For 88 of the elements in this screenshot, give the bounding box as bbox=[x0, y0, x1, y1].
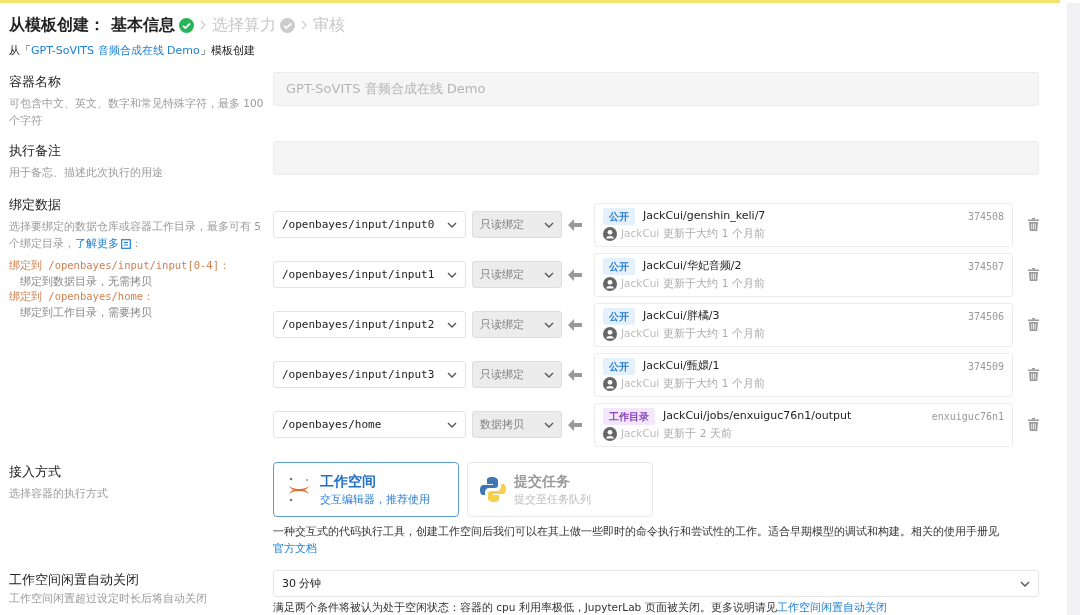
mode-description: 一种交互式的代码执行工具，创建工作空间后我们可以在其上做一些即时的命令执行和尝试性的工作。适合早期模型的调试和构建。相关的使用手册见 官方文档 bbox=[273, 523, 1000, 556]
field-label: 工作空间闲置自动关闭 bbox=[9, 571, 140, 590]
field-hint: 选择容器的执行方式 bbox=[9, 486, 109, 502]
dataset-id: enxuiguc76n1 bbox=[931, 409, 1004, 424]
external-link-icon bbox=[121, 239, 131, 250]
owner-name: JackCui bbox=[621, 325, 660, 341]
avatar-icon bbox=[603, 376, 617, 391]
dataset-id: 374508 bbox=[967, 209, 1004, 224]
arrow-left-icon bbox=[568, 418, 582, 431]
dataset-name[interactable]: JackCui/genshin_keli/7 bbox=[643, 208, 766, 225]
dataset-name[interactable]: JackCui/jobs/enxuiguc76n1/output bbox=[663, 408, 852, 425]
chevron-down-icon bbox=[544, 321, 554, 328]
arrow-left-icon bbox=[568, 318, 582, 331]
template-link[interactable]: GPT-SoVITS 音频合成在线 Demo bbox=[31, 44, 200, 57]
page-title: 从模板创建： bbox=[9, 14, 105, 36]
dataset-id: 374507 bbox=[967, 259, 1004, 274]
trash-icon[interactable] bbox=[1028, 368, 1039, 382]
dataset-name[interactable]: JackCui/甄嬛/1 bbox=[643, 358, 720, 375]
orbit-logo-icon bbox=[286, 475, 312, 503]
learn-more-link[interactable]: 了解更多 bbox=[75, 237, 131, 250]
tag: 公开 bbox=[603, 207, 635, 225]
path-select[interactable]: /openbayes/input/input1 bbox=[273, 261, 466, 289]
docs-link[interactable]: 官方文档 bbox=[273, 541, 317, 554]
field-hint: 选择要绑定的数据仓库或容器工作目录，最多可有 5 个绑定目录，了解更多 ： bbox=[9, 219, 263, 252]
chevron-down-icon bbox=[544, 221, 554, 228]
chevron-down-icon bbox=[544, 421, 554, 428]
update-time: 更新于大约 1 个月前 bbox=[663, 375, 765, 391]
check-circle-icon bbox=[179, 17, 194, 33]
avatar-icon bbox=[603, 326, 617, 341]
idle-docs-link[interactable]: 工作空间闲置自动关闭 bbox=[776, 601, 887, 614]
rule-desc: 绑定到工作目录，需要拷贝 bbox=[19, 305, 153, 321]
trash-icon[interactable] bbox=[1028, 318, 1039, 332]
arrow-left-icon bbox=[568, 268, 582, 281]
avatar-icon bbox=[603, 226, 617, 241]
update-time: 更新于大约 1 个月前 bbox=[663, 225, 765, 241]
trash-icon[interactable] bbox=[1028, 418, 1039, 432]
dataset-id: 374509 bbox=[967, 359, 1004, 374]
chevron-down-icon bbox=[447, 221, 457, 228]
check-circle-icon bbox=[280, 17, 295, 33]
path-select[interactable]: /openbayes/input/input0 bbox=[273, 211, 466, 239]
mode-option[interactable]: 工作空间 交互编辑器，推荐使用 bbox=[273, 461, 459, 517]
update-time: 更新于 2 天前 bbox=[663, 425, 732, 441]
snake-logo-icon bbox=[480, 475, 506, 503]
chevron-right-icon bbox=[301, 20, 307, 30]
field-hint: 用于备忘、描述此次执行的用途 bbox=[9, 165, 164, 181]
trash-icon[interactable] bbox=[1028, 218, 1039, 232]
chevron-down-icon bbox=[447, 321, 457, 328]
rule-desc: 绑定到数据目录，无需拷贝 bbox=[19, 273, 153, 289]
field-label: 容器名称 bbox=[9, 72, 62, 91]
owner-name: JackCui bbox=[621, 225, 660, 241]
owner-name: JackCui bbox=[621, 275, 660, 291]
idle-note: 满足两个条件将被认为处于空闲状态：容器的 cpu 利用率极低，JupyterLab 页面被关闭。更多说明请见工作空间闲置自动关闭 bbox=[273, 600, 888, 615]
dataset-name[interactable]: JackCui/胖橘/3 bbox=[643, 308, 720, 325]
tag: 公开 bbox=[603, 357, 635, 375]
chevron-down-icon bbox=[447, 421, 457, 428]
avatar-icon bbox=[603, 276, 617, 291]
field-hint: 工作空间闲置超过设定时长后将自动关闭 bbox=[9, 591, 208, 606]
path-select[interactable]: /openbayes/input/input3 bbox=[273, 361, 466, 389]
owner-name: JackCui bbox=[621, 425, 660, 441]
path-select[interactable]: /openbayes/home bbox=[273, 411, 466, 439]
path-select[interactable]: /openbayes/input/input2 bbox=[273, 311, 466, 339]
arrow-left-icon bbox=[568, 368, 582, 381]
chevron-down-icon bbox=[544, 371, 554, 378]
chevron-right-icon bbox=[200, 20, 206, 30]
rule-title: 绑定到 /openbayes/home： bbox=[9, 289, 156, 305]
idle-select[interactable]: 30 分钟 bbox=[273, 570, 1039, 598]
update-time: 更新于大约 1 个月前 bbox=[663, 275, 765, 291]
update-time: 更新于大约 1 个月前 bbox=[663, 325, 765, 341]
field-hint: 可包含中文、英文、数字和常见特殊字符，最多 100 个字符 bbox=[9, 96, 265, 128]
chevron-down-icon bbox=[1020, 581, 1030, 587]
field-label: 接入方式 bbox=[9, 462, 62, 481]
owner-name: JackCui bbox=[621, 375, 660, 391]
tag: 公开 bbox=[603, 307, 635, 325]
tag: 公开 bbox=[603, 257, 635, 275]
tag: 工作目录 bbox=[603, 407, 655, 425]
chevron-down-icon bbox=[544, 271, 554, 278]
rule-title: 绑定到 /openbayes/input/input[0-4]： bbox=[9, 258, 231, 273]
chevron-down-icon bbox=[447, 271, 457, 278]
source-text: 从「GPT-SoVITS 音频合成在线 Demo」模板创建 bbox=[9, 43, 256, 59]
dataset-name[interactable]: JackCui/华妃音频/2 bbox=[643, 258, 742, 275]
dataset-id: 374506 bbox=[967, 309, 1004, 324]
step-label[interactable]: 基本信息 bbox=[111, 13, 175, 37]
field-label: 绑定数据 bbox=[9, 195, 62, 214]
chevron-down-icon bbox=[447, 371, 457, 378]
field-label: 执行备注 bbox=[9, 141, 62, 160]
avatar-icon bbox=[603, 426, 617, 441]
trash-icon[interactable] bbox=[1028, 268, 1039, 282]
arrow-left-icon bbox=[568, 218, 582, 231]
